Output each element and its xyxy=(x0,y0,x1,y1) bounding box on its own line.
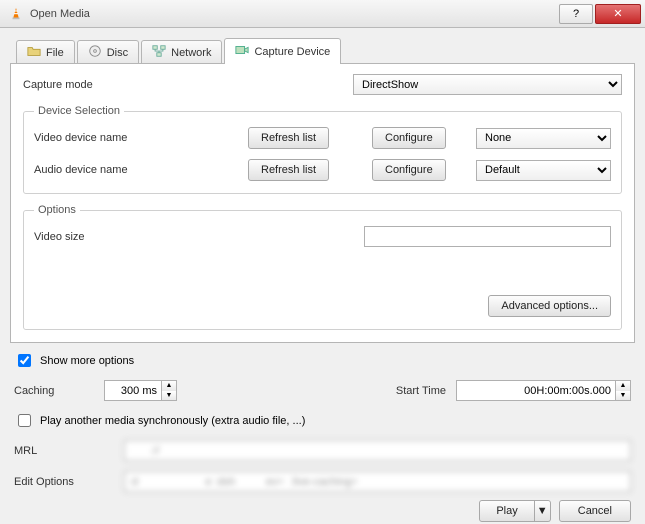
caching-spinner[interactable]: ▲▼ xyxy=(104,380,177,401)
video-configure-button[interactable]: Configure xyxy=(372,127,446,149)
device-selection-legend: Device Selection xyxy=(34,105,124,117)
mrl-label: MRL xyxy=(14,445,114,457)
show-more-options-label: Show more options xyxy=(40,355,134,367)
disc-icon xyxy=(88,44,102,61)
tab-disc-label: Disc xyxy=(107,47,128,59)
show-more-options-input[interactable] xyxy=(18,354,31,367)
tab-file[interactable]: File xyxy=(16,40,75,64)
play-synchronously-input[interactable] xyxy=(18,414,31,427)
spinner-arrows-icon[interactable]: ▲▼ xyxy=(616,380,631,401)
vlc-cone-icon xyxy=(8,6,24,22)
capture-mode-label: Capture mode xyxy=(23,79,343,91)
edit-options-label: Edit Options xyxy=(14,476,114,488)
more-options-area: Show more options Caching ▲▼ Start Time … xyxy=(10,343,635,492)
caching-input[interactable] xyxy=(104,380,162,401)
play-dropdown-button[interactable]: ▼ xyxy=(535,500,551,522)
start-time-input[interactable] xyxy=(456,380,616,401)
options-legend: Options xyxy=(34,204,80,216)
dialog-body: File Disc Network Capture Device Capture… xyxy=(0,28,645,524)
advanced-options-button[interactable]: Advanced options... xyxy=(488,295,611,317)
tab-disc[interactable]: Disc xyxy=(77,40,139,64)
capture-icon xyxy=(235,43,249,60)
dialog-footer: Play ▼ Cancel xyxy=(10,492,635,522)
tab-capture-label: Capture Device xyxy=(254,46,330,58)
video-refresh-button[interactable]: Refresh list xyxy=(248,127,329,149)
tab-file-label: File xyxy=(46,47,64,59)
play-synchronously-label: Play another media synchronously (extra … xyxy=(40,415,305,427)
window-title: Open Media xyxy=(30,8,557,20)
play-button[interactable]: Play xyxy=(479,500,534,522)
options-group: Options Video size Advanced options... xyxy=(23,204,622,330)
start-time-label: Start Time xyxy=(396,385,446,397)
play-synchronously-checkbox[interactable]: Play another media synchronously (extra … xyxy=(14,411,631,430)
play-split-button[interactable]: Play ▼ xyxy=(479,500,550,522)
network-icon xyxy=(152,44,166,61)
tab-bar: File Disc Network Capture Device xyxy=(10,38,635,64)
title-bar: Open Media ? ✕ xyxy=(0,0,645,28)
video-device-select[interactable]: None xyxy=(476,128,611,149)
capture-panel: Capture mode DirectShow Device Selection… xyxy=(10,63,635,343)
spinner-arrows-icon[interactable]: ▲▼ xyxy=(162,380,177,401)
chevron-down-icon: ▼ xyxy=(537,505,548,517)
cancel-button[interactable]: Cancel xyxy=(559,500,631,522)
caching-label: Caching xyxy=(14,385,94,397)
audio-refresh-button[interactable]: Refresh list xyxy=(248,159,329,181)
edit-options-input[interactable] xyxy=(124,471,631,492)
show-more-options-checkbox[interactable]: Show more options xyxy=(14,351,631,370)
capture-mode-select[interactable]: DirectShow xyxy=(353,74,622,95)
close-button[interactable]: ✕ xyxy=(595,4,641,24)
help-button[interactable]: ? xyxy=(559,4,593,24)
tab-network-label: Network xyxy=(171,47,211,59)
tab-network[interactable]: Network xyxy=(141,40,222,64)
audio-device-select[interactable]: Default xyxy=(476,160,611,181)
device-selection-group: Device Selection Video device name Refre… xyxy=(23,105,622,194)
audio-configure-button[interactable]: Configure xyxy=(372,159,446,181)
folder-icon xyxy=(27,44,41,61)
start-time-spinner[interactable]: ▲▼ xyxy=(456,380,631,401)
video-size-label: Video size xyxy=(34,231,354,243)
tab-capture-device[interactable]: Capture Device xyxy=(224,38,341,64)
mrl-input[interactable] xyxy=(124,440,631,461)
video-device-label: Video device name xyxy=(34,132,234,144)
video-size-input[interactable] xyxy=(364,226,611,247)
audio-device-label: Audio device name xyxy=(34,164,234,176)
